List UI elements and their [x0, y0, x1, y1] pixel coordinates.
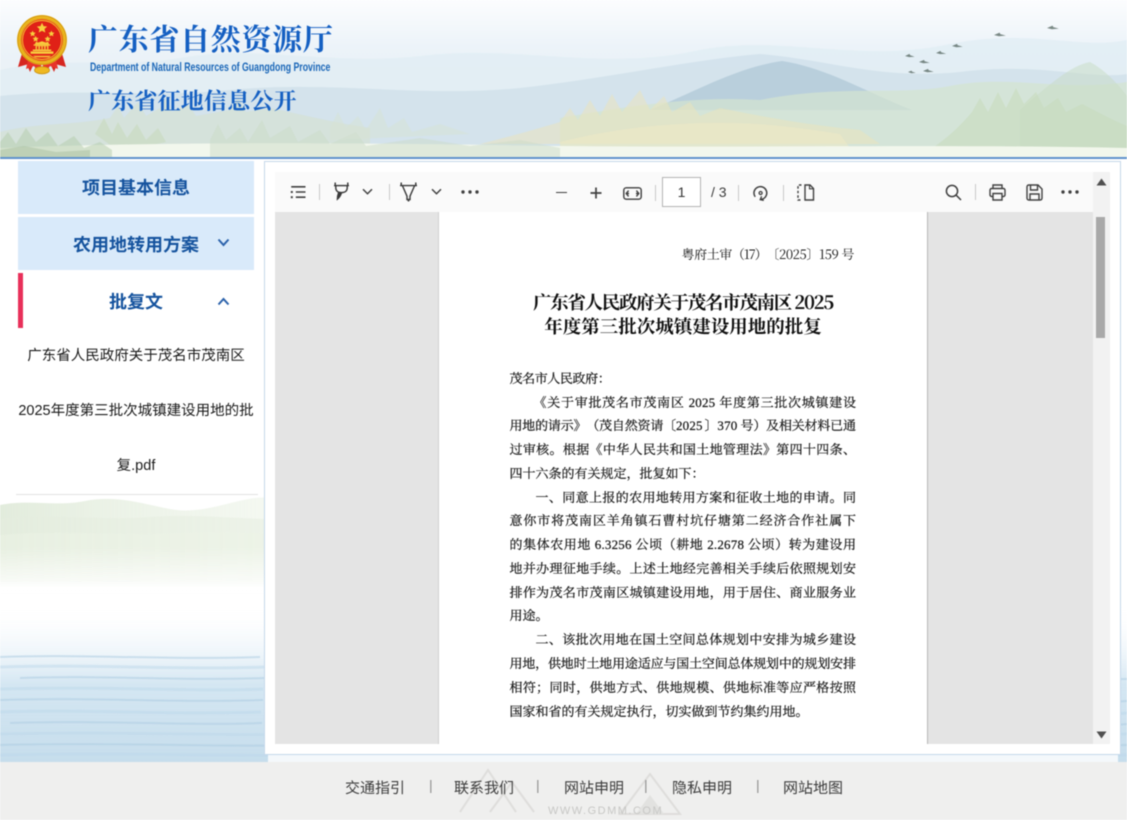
svg-text:WWW.GDMM.COM: WWW.GDMM.COM: [548, 805, 663, 817]
